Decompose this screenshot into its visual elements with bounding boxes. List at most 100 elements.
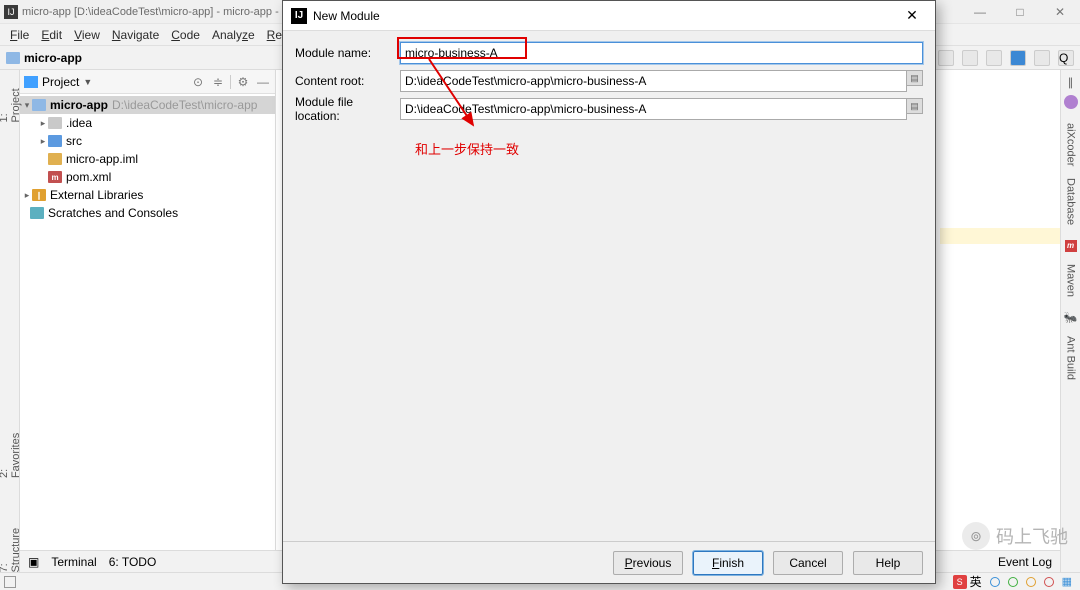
maven-icon[interactable]: m	[1065, 240, 1077, 252]
label-module-file-location: Module file location:	[295, 95, 400, 123]
finish-button[interactable]: Finish	[693, 551, 763, 575]
lib-icon: ∥	[32, 189, 46, 201]
tab-ant[interactable]: Ant Build	[1065, 336, 1077, 380]
tab-aixcoder[interactable]: aiXcoder	[1065, 123, 1077, 166]
tree-item-idea[interactable]: ▸ .idea	[20, 114, 275, 132]
dialog-title: New Module	[313, 9, 897, 23]
previous-button[interactable]: Previous	[613, 551, 683, 575]
ant-icon[interactable]: 🐜	[1064, 311, 1078, 324]
dialog-body: Module name: Content root: ▤ Module file…	[283, 31, 935, 541]
tab-project[interactable]: 1: Project	[0, 78, 22, 123]
row-module-name: Module name:	[295, 41, 923, 65]
item-label: micro-app.iml	[66, 152, 138, 166]
help-button[interactable]: Help	[853, 551, 923, 575]
input-module-file-location[interactable]	[400, 98, 907, 120]
item-label: External Libraries	[50, 188, 143, 202]
tab-structure[interactable]: 7: Structure	[0, 518, 22, 572]
menu-code[interactable]: Code	[165, 28, 206, 42]
pom-icon: m	[48, 171, 62, 183]
close-icon[interactable]: ✕	[897, 7, 927, 24]
search-everywhere-icon[interactable]	[1034, 50, 1050, 66]
label-content-root: Content root:	[295, 74, 400, 88]
tree-item-pom[interactable]: m pom.xml	[20, 168, 275, 186]
update-icon[interactable]	[1010, 50, 1026, 66]
vcs-icon[interactable]	[986, 50, 1002, 66]
annotation-text: 和上一步保持一致	[415, 139, 519, 158]
browse-icon[interactable]: ▤	[907, 70, 923, 86]
ime-lang: 英	[970, 573, 982, 590]
menu-navigate[interactable]: Navigate	[106, 28, 165, 42]
folder-icon	[48, 135, 62, 147]
status-toggle-icon[interactable]	[4, 576, 16, 588]
tab-database[interactable]: Database	[1065, 178, 1077, 225]
menu-file[interactable]: File	[4, 28, 35, 42]
ime-icon[interactable]: S	[953, 575, 967, 589]
tab-eventlog[interactable]: Event Log	[998, 555, 1052, 569]
collapse-icon[interactable]: ≑	[210, 74, 226, 90]
new-module-dialog: IJ New Module ✕ Module name: Content roo…	[282, 0, 936, 584]
intellij-icon: IJ	[4, 5, 18, 19]
folder-icon	[6, 52, 20, 64]
menu-view[interactable]: View	[68, 28, 106, 42]
status-icon-1[interactable]	[990, 577, 1000, 587]
btn-lbl: revious	[633, 556, 672, 570]
dialog-titlebar[interactable]: IJ New Module ✕	[283, 1, 935, 31]
breadcrumb-root[interactable]: micro-app	[24, 51, 82, 65]
folder-icon	[48, 117, 62, 129]
editor-highlight-stripe	[940, 228, 1060, 244]
intellij-icon: IJ	[291, 8, 307, 24]
tab-terminal[interactable]: Terminal	[51, 555, 96, 569]
gear-icon[interactable]: ⚙	[235, 74, 251, 90]
toolbar-right: Q	[938, 46, 1074, 70]
tree-scratches[interactable]: Scratches and Consoles	[20, 204, 275, 222]
tree-item-iml[interactable]: micro-app.iml	[20, 150, 275, 168]
project-header: Project ▼ ⊙ ≑ ⚙ —	[20, 70, 275, 94]
menu-edit[interactable]: Edit	[35, 28, 68, 42]
tab-maven[interactable]: Maven	[1065, 264, 1077, 297]
status-icon-3[interactable]	[1026, 577, 1036, 587]
menu-analyze[interactable]: Analyze	[206, 28, 261, 42]
status-icon-2[interactable]	[1008, 577, 1018, 587]
aixcoder-icon[interactable]	[1064, 95, 1078, 109]
cancel-button[interactable]: Cancel	[773, 551, 843, 575]
close-button[interactable]: ✕	[1040, 0, 1080, 24]
item-label: .idea	[66, 116, 92, 130]
watermark-icon: ⊚	[962, 522, 990, 550]
right-gutter: ∥ aiXcoder Database m Maven 🐜 Ant Build	[1060, 70, 1080, 572]
tree-root[interactable]: ▾ micro-app D:\ideaCodeTest\micro-app	[20, 96, 275, 114]
status-icon-5[interactable]: ▦	[1062, 575, 1072, 588]
project-toolwindow: Project ▼ ⊙ ≑ ⚙ — ▾ micro-app D:\ideaCod…	[20, 70, 276, 572]
hide-icon[interactable]: —	[255, 74, 271, 90]
tab-favorites[interactable]: 2: Favorites	[0, 423, 22, 478]
label-module-name: Module name:	[295, 46, 400, 60]
build-icon[interactable]	[962, 50, 978, 66]
dialog-button-bar: Previous Finish Cancel Help	[283, 541, 935, 583]
settings-icon[interactable]: Q	[1058, 50, 1074, 66]
item-label: src	[66, 134, 82, 148]
input-module-name[interactable]	[400, 42, 923, 64]
maximize-button[interactable]: □	[1000, 0, 1040, 24]
minimize-button[interactable]: —	[960, 0, 1000, 24]
watermark: ⊚ 码上飞驰	[962, 522, 1068, 550]
tree-item-src[interactable]: ▸ src	[20, 132, 275, 150]
chevron-down-icon[interactable]: ▼	[83, 77, 92, 87]
project-view-title[interactable]: Project	[42, 75, 79, 89]
window-controls: — □ ✕	[960, 0, 1080, 24]
run-config-icon[interactable]	[938, 50, 954, 66]
iml-icon	[48, 153, 62, 165]
target-icon[interactable]: ⊙	[190, 74, 206, 90]
status-icon-4[interactable]	[1044, 577, 1054, 587]
tab-todo[interactable]: 6: TODO	[109, 555, 157, 569]
item-label: pom.xml	[66, 170, 111, 184]
input-content-root[interactable]	[400, 70, 907, 92]
root-name: micro-app	[50, 98, 108, 112]
watermark-text: 码上飞驰	[996, 523, 1068, 549]
item-label: Scratches and Consoles	[48, 206, 178, 220]
tree-external-libs[interactable]: ▸∥ External Libraries	[20, 186, 275, 204]
pause-icon[interactable]: ∥	[1068, 76, 1074, 89]
project-view-icon	[24, 76, 38, 88]
btn-lbl: inish	[719, 556, 744, 570]
left-gutter: 1: Project 2: Favorites 7: Structure	[0, 70, 20, 572]
browse-icon[interactable]: ▤	[907, 98, 923, 114]
terminal-icon[interactable]: ▣	[28, 555, 39, 569]
